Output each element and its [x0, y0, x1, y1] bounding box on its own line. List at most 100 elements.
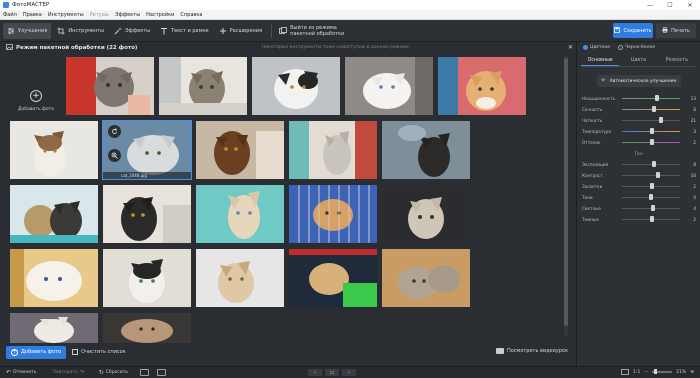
- fit-screen-icon[interactable]: [621, 369, 630, 375]
- menu-effects[interactable]: Эффекты: [115, 12, 140, 18]
- tab-effects[interactable]: Эффекты: [110, 23, 154, 39]
- photo-thumbnail-13[interactable]: [196, 185, 284, 243]
- whites-value[interactable]: 4: [680, 206, 696, 211]
- tab-text-frames[interactable]: Текст и рамки: [156, 23, 213, 39]
- tint-slider[interactable]: [622, 139, 680, 146]
- tab-basic[interactable]: Основные: [581, 55, 620, 66]
- tab-tools[interactable]: Инструменты: [53, 23, 108, 39]
- photo-thumbnail-4[interactable]: [345, 57, 433, 115]
- auto-enhance-button[interactable]: ✧ Автоматическое улучшение: [596, 75, 681, 87]
- temperature-knob[interactable]: [650, 128, 655, 135]
- shadows-value[interactable]: 0: [680, 195, 696, 200]
- photo-thumbnail-22[interactable]: [103, 313, 191, 343]
- vibrance-value[interactable]: 6: [680, 107, 696, 112]
- rotate-photo-button[interactable]: [108, 125, 121, 138]
- temperature-slider[interactable]: [622, 128, 680, 135]
- tint-knob[interactable]: [649, 139, 654, 146]
- photo-thumbnail-7-selected[interactable]: cat_2048.jpg: [102, 120, 192, 180]
- highlights-slider[interactable]: [622, 183, 680, 190]
- tab-extensions[interactable]: Расширения: [215, 23, 266, 39]
- photo-thumbnail-20[interactable]: [382, 249, 470, 307]
- photo-thumbnail-19[interactable]: [289, 249, 377, 307]
- blacks-slider[interactable]: [622, 216, 680, 223]
- photo-thumbnail-5[interactable]: [438, 57, 526, 115]
- saturation-value[interactable]: 13: [680, 96, 696, 101]
- exit-batch-mode-button[interactable]: Выйти из режима пакетной обработки: [275, 23, 348, 39]
- compare-icon[interactable]: [156, 369, 166, 376]
- vibrance-knob[interactable]: [651, 106, 656, 113]
- previous-photo-button[interactable]: ‹: [308, 369, 322, 376]
- saturation-slider[interactable]: [622, 95, 680, 102]
- panel-close-icon[interactable]: ✕: [568, 44, 573, 51]
- exposure-value[interactable]: 8: [680, 162, 696, 167]
- actual-size-ratio[interactable]: 1:1: [633, 370, 640, 375]
- watch-video-tutorial-button[interactable]: Посмотреть видеоурок: [495, 348, 568, 354]
- highlights-knob[interactable]: [649, 183, 654, 190]
- maximize-button[interactable]: ☐: [660, 0, 680, 10]
- menu-settings[interactable]: Настройки: [146, 12, 174, 18]
- menu-edit[interactable]: Правка: [23, 12, 42, 18]
- undo-button[interactable]: ↶ Отменить: [6, 369, 37, 376]
- photo-thumbnail-12[interactable]: [103, 185, 191, 243]
- preview-eye-icon[interactable]: [139, 369, 149, 376]
- filmstrip-icon[interactable]: ▭: [325, 369, 339, 376]
- shadows-slider[interactable]: [622, 194, 680, 201]
- reset-button[interactable]: ↻ Сбросить: [99, 369, 128, 376]
- blacks-value[interactable]: 2: [680, 217, 696, 222]
- photo-thumbnail-16[interactable]: [10, 249, 98, 307]
- redo-button[interactable]: Повторить ↷: [53, 369, 87, 376]
- highlights-value[interactable]: 2: [680, 184, 696, 189]
- zoom-photo-button[interactable]: [108, 149, 121, 162]
- print-button[interactable]: Печать: [656, 23, 696, 38]
- photo-thumbnail-15[interactable]: [382, 185, 470, 243]
- saturation-knob[interactable]: [654, 95, 659, 102]
- color-mode-option[interactable]: Цветное: [583, 45, 610, 50]
- photo-thumbnail-3[interactable]: [252, 57, 340, 115]
- clarity-slider[interactable]: [622, 117, 680, 124]
- whites-slider[interactable]: [622, 205, 680, 212]
- close-button[interactable]: ✕: [680, 0, 700, 10]
- save-button[interactable]: Сохранить: [613, 23, 653, 38]
- zoom-value[interactable]: 21%: [676, 370, 686, 375]
- tab-sharpness[interactable]: Резкость: [658, 55, 696, 66]
- menu-file[interactable]: Файл: [3, 12, 17, 18]
- photo-thumbnail-2[interactable]: [159, 57, 247, 115]
- tint-value[interactable]: 2: [680, 140, 696, 145]
- menu-retouch[interactable]: Ретушь: [90, 12, 110, 18]
- contrast-value[interactable]: 16: [680, 173, 696, 178]
- exposure-slider[interactable]: [622, 161, 680, 168]
- photo-thumbnail-17[interactable]: [103, 249, 191, 307]
- clarity-value[interactable]: 21: [680, 118, 696, 123]
- gallery-scrollbar[interactable]: [564, 56, 568, 336]
- photo-thumbnail-10[interactable]: [382, 121, 470, 179]
- clear-list-button[interactable]: Очистить список: [72, 349, 126, 355]
- gallery-scrollbar-thumb[interactable]: [564, 58, 568, 326]
- shadows-knob[interactable]: [649, 194, 653, 201]
- menu-help[interactable]: Справка: [180, 12, 202, 18]
- temperature-value[interactable]: 3: [680, 129, 696, 134]
- photo-thumbnail-1[interactable]: [66, 57, 154, 115]
- bw-mode-option[interactable]: Черно-белое: [618, 45, 655, 50]
- menu-tools[interactable]: Инструменты: [48, 12, 84, 18]
- minimize-button[interactable]: —: [640, 0, 660, 10]
- next-photo-button[interactable]: ›: [342, 369, 356, 376]
- photo-thumbnail-8[interactable]: [196, 121, 284, 179]
- zoom-in-icon[interactable]: ⊕: [690, 370, 694, 375]
- whites-knob[interactable]: [650, 205, 655, 212]
- contrast-knob[interactable]: [655, 172, 660, 179]
- exposure-knob[interactable]: [652, 161, 657, 168]
- photo-thumbnail-21[interactable]: [10, 313, 98, 343]
- tab-colors[interactable]: Цвета: [619, 55, 657, 66]
- vibrance-slider[interactable]: [622, 106, 680, 113]
- blacks-knob[interactable]: [649, 216, 654, 223]
- zoom-slider[interactable]: [652, 369, 673, 374]
- tab-enhancements[interactable]: Улучшения: [3, 22, 52, 39]
- photo-thumbnail-14[interactable]: [289, 185, 377, 243]
- zoom-out-icon[interactable]: −: [644, 370, 648, 375]
- bw-radio[interactable]: [618, 45, 623, 50]
- photo-thumbnail-18[interactable]: [196, 249, 284, 307]
- photo-thumbnail-9[interactable]: [289, 121, 377, 179]
- clarity-knob[interactable]: [659, 117, 664, 124]
- photo-thumbnail-11[interactable]: [10, 185, 98, 243]
- photo-thumbnail-6[interactable]: [10, 121, 98, 179]
